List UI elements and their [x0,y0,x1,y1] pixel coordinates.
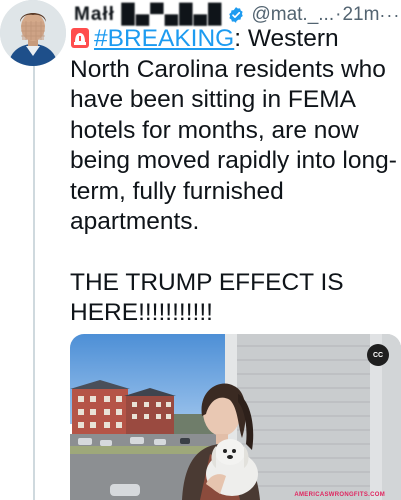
author-handle[interactable]: @mat._... [251,4,334,26]
thread-line [33,64,35,500]
tweet-timestamp[interactable]: 21m [342,4,379,26]
separator-dot: · [335,4,342,25]
watermark: AMERICASWRONGFITS.COM [294,492,385,498]
siren-icon [70,27,90,49]
hashtag-link[interactable]: #BREAKING [94,25,234,52]
tweet-video[interactable]: CC [70,334,401,500]
avatar[interactable] [0,0,66,66]
author-display-name[interactable]: Małł █▄▀▄█▄█ [74,4,222,26]
tweet-paragraph-1: #BREAKING: Western North Carolina reside… [70,24,398,238]
avatar-image [0,0,66,66]
tweet-text: #BREAKING: Western North Carolina reside… [70,24,398,329]
verified-badge-icon [227,6,245,24]
tweet-paragraph-2: THE TRUMP EFFECT IS HERE!!!!!!!!!!! [70,268,344,327]
captions-button[interactable]: CC [367,344,389,366]
more-options-icon[interactable]: ··· [379,5,400,26]
video-frame [70,334,401,500]
tweet-body-text: : Western North Carolina residents who h… [70,25,397,235]
